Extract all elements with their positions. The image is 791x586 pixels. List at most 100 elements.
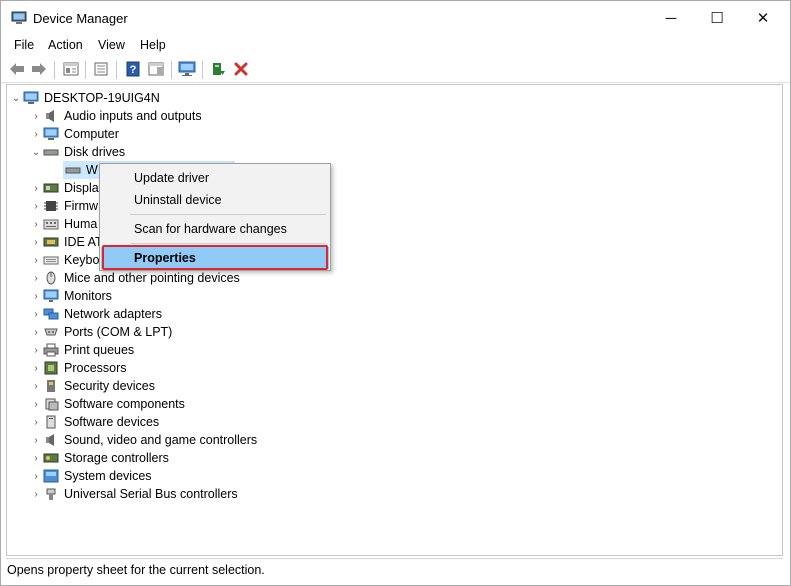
collapse-chevron-icon[interactable]: ⌄ xyxy=(9,89,23,107)
status-bar: Opens property sheet for the current sel… xyxy=(6,558,783,580)
properties-button[interactable] xyxy=(91,60,111,80)
expand-chevron-icon[interactable]: › xyxy=(29,305,43,323)
storage-controller-icon xyxy=(43,451,59,465)
tree-root[interactable]: ⌄ DESKTOP-19UIG4N xyxy=(9,89,160,107)
tree-item-print-queues[interactable]: › Print queues xyxy=(29,341,134,359)
tree-item-ports[interactable]: › Ports (COM & LPT) xyxy=(29,323,172,341)
menu-item-update-driver[interactable]: Update driver xyxy=(101,167,329,189)
update-driver-button[interactable] xyxy=(208,60,228,80)
close-button[interactable]: ✕ xyxy=(740,1,786,35)
tree-item-display[interactable]: › Displa xyxy=(29,179,98,197)
network-icon xyxy=(43,307,59,321)
device-tree[interactable]: ⌄ DESKTOP-19UIG4N › Audio inputs and out… xyxy=(6,84,783,556)
expand-chevron-icon[interactable]: › xyxy=(29,215,43,233)
tree-item-label: Keybo xyxy=(64,253,100,267)
expand-chevron-icon[interactable]: › xyxy=(29,467,43,485)
expand-chevron-icon[interactable]: › xyxy=(29,485,43,503)
update-driver-icon xyxy=(210,61,226,80)
tree-item-software-components[interactable]: › Software components xyxy=(29,395,185,413)
help-icon: ? xyxy=(125,61,141,80)
tree-item-network[interactable]: › Network adapters xyxy=(29,305,162,323)
expand-chevron-icon[interactable]: › xyxy=(29,449,43,467)
action-pane-button[interactable] xyxy=(146,60,166,80)
scan-button[interactable] xyxy=(177,60,197,80)
maximize-icon: ☐ xyxy=(710,10,724,27)
menu-help[interactable]: Help xyxy=(140,38,166,52)
tree-item-audio[interactable]: › Audio inputs and outputs xyxy=(29,107,201,125)
expand-chevron-icon[interactable]: › xyxy=(29,107,43,125)
tree-item-keyboards[interactable]: › Keybo xyxy=(29,251,99,269)
tree-item-label: Network adapters xyxy=(64,307,162,321)
uninstall-button[interactable] xyxy=(231,60,251,80)
system-device-icon xyxy=(43,469,59,483)
tree-item-hid[interactable]: › Huma xyxy=(29,215,97,233)
toolbar-separator xyxy=(202,61,203,79)
menu-item-scan-hardware[interactable]: Scan for hardware changes xyxy=(101,218,329,240)
security-icon xyxy=(43,379,59,393)
menu-item-uninstall-device[interactable]: Uninstall device xyxy=(101,189,329,211)
tree-item-ide[interactable]: › IDE AT xyxy=(29,233,103,251)
tree-item-security[interactable]: › Security devices xyxy=(29,377,155,395)
tree-item-sound[interactable]: › Sound, video and game controllers xyxy=(29,431,257,449)
tree-item-label: Print queues xyxy=(64,343,135,357)
computer-icon xyxy=(23,91,39,105)
expand-chevron-icon[interactable]: › xyxy=(29,269,43,287)
tree-item-storage[interactable]: › Storage controllers xyxy=(29,449,169,467)
expand-chevron-icon[interactable]: › xyxy=(29,179,43,197)
software-component-icon xyxy=(43,397,59,411)
tree-item-label: Universal Serial Bus controllers xyxy=(64,487,238,501)
device-manager-window: Device Manager ─ ☐ ✕ File Action View He… xyxy=(0,0,791,586)
expand-chevron-icon[interactable]: › xyxy=(29,125,43,143)
monitor-icon xyxy=(43,289,59,303)
show-hide-tree-button[interactable] xyxy=(61,60,81,80)
maximize-button[interactable]: ☐ xyxy=(694,1,740,35)
tree-item-monitors[interactable]: › Monitors xyxy=(29,287,112,305)
software-device-icon xyxy=(43,415,59,429)
tree-item-mice[interactable]: › Mice and other pointing devices xyxy=(29,269,240,287)
tree-item-label: Processors xyxy=(64,361,127,375)
tree-item-processors[interactable]: › Processors xyxy=(29,359,127,377)
tree-item-label: W xyxy=(86,163,98,177)
expand-chevron-icon[interactable]: › xyxy=(29,197,43,215)
expand-chevron-icon[interactable]: › xyxy=(29,341,43,359)
toolbar-separator xyxy=(171,61,172,79)
close-icon: ✕ xyxy=(756,10,770,27)
expand-chevron-icon[interactable]: › xyxy=(29,359,43,377)
menu-file[interactable]: File xyxy=(14,38,34,52)
expand-chevron-icon[interactable]: › xyxy=(29,287,43,305)
help-button[interactable]: ? xyxy=(123,60,143,80)
printer-icon xyxy=(43,343,59,357)
expand-chevron-icon[interactable]: › xyxy=(29,323,43,341)
tree-item-label: Mice and other pointing devices xyxy=(64,271,240,285)
minimize-button[interactable]: ─ xyxy=(648,1,694,35)
toolbar: ? xyxy=(1,57,790,83)
expand-chevron-icon[interactable]: › xyxy=(29,251,43,269)
tree-item-usb[interactable]: › Universal Serial Bus controllers xyxy=(29,485,238,503)
forward-button[interactable] xyxy=(29,60,49,80)
disk-drive-icon xyxy=(43,145,59,159)
tree-item-label: Computer xyxy=(64,127,119,141)
menu-separator xyxy=(130,243,326,244)
tree-item-label: Storage controllers xyxy=(64,451,169,465)
expand-chevron-icon[interactable]: › xyxy=(29,395,43,413)
menu-view[interactable]: View xyxy=(98,38,125,52)
speaker-icon xyxy=(43,433,59,447)
expand-chevron-icon[interactable]: › xyxy=(29,377,43,395)
expand-chevron-icon[interactable]: › xyxy=(29,413,43,431)
tree-item-software-devices[interactable]: › Software devices xyxy=(29,413,159,431)
tree-item-label: System devices xyxy=(64,469,152,483)
tree-item-disk-drives[interactable]: ⌄ Disk drives xyxy=(29,143,125,161)
port-icon xyxy=(43,325,59,339)
tree-item-computer[interactable]: › Computer xyxy=(29,125,119,143)
menu-action[interactable]: Action xyxy=(48,38,83,52)
tree-item-firmware[interactable]: › Firmw xyxy=(29,197,98,215)
status-text: Opens property sheet for the current sel… xyxy=(7,562,265,577)
tree-item-label: IDE AT xyxy=(64,235,103,249)
expand-chevron-icon[interactable]: › xyxy=(29,233,43,251)
tree-item-system[interactable]: › System devices xyxy=(29,467,152,485)
expand-chevron-icon[interactable]: › xyxy=(29,431,43,449)
back-button[interactable] xyxy=(7,60,27,80)
back-icon xyxy=(9,62,25,79)
firmware-icon xyxy=(43,199,59,213)
collapse-chevron-icon[interactable]: ⌄ xyxy=(29,143,43,161)
